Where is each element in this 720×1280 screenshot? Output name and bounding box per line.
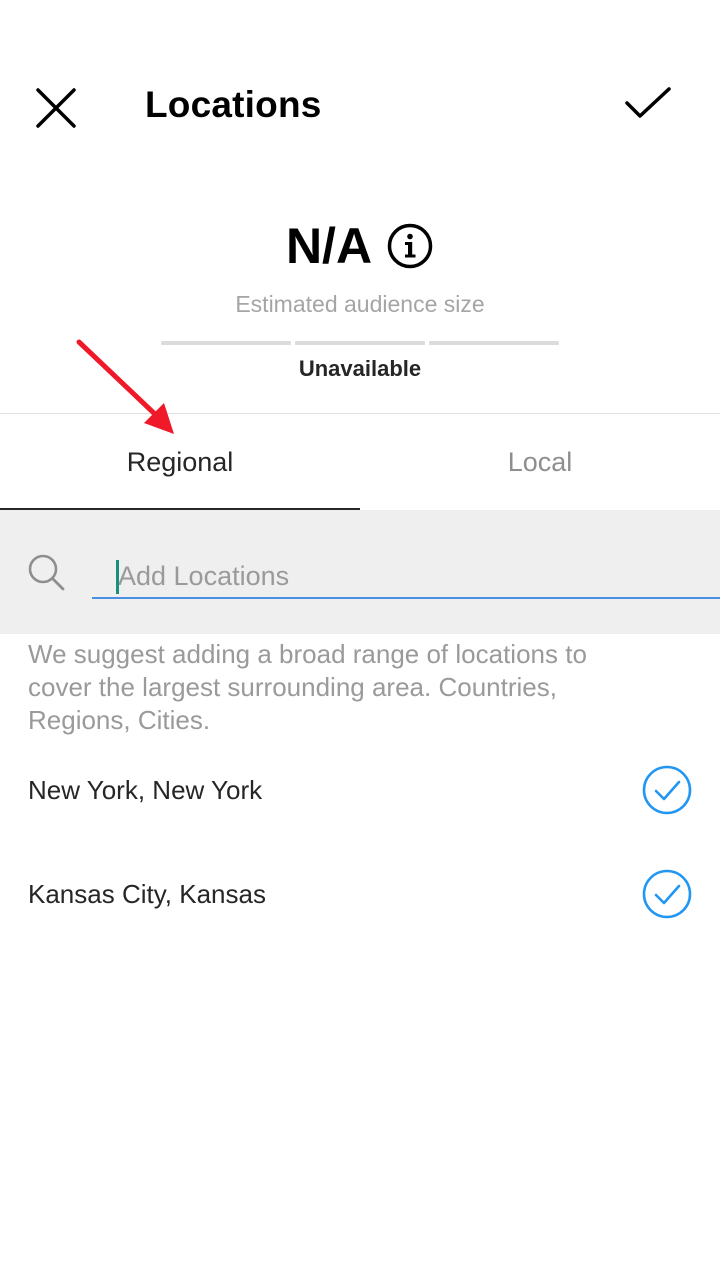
search-bar [0, 510, 720, 634]
page-title: Locations [145, 84, 322, 125]
close-icon [36, 88, 76, 128]
location-name: Kansas City, Kansas [28, 878, 266, 909]
info-icon [387, 223, 433, 269]
checkmark-circle-icon[interactable] [641, 868, 693, 920]
confirm-button[interactable] [618, 74, 678, 134]
audience-meter [161, 341, 559, 345]
list-item[interactable]: Kansas City, Kansas [0, 842, 720, 946]
checkmark-icon [625, 87, 671, 118]
text-caret [116, 560, 119, 594]
audience-summary: N/A Estimated audience size [0, 215, 720, 318]
audience-caption: Estimated audience size [235, 291, 485, 317]
audience-value: N/A [285, 218, 373, 274]
checkmark-circle-icon[interactable] [641, 764, 693, 816]
info-button[interactable] [386, 222, 434, 270]
search-input[interactable] [92, 556, 720, 597]
annotation-arrow-icon [76, 339, 174, 434]
top-bar: Locations [0, 0, 720, 210]
close-button[interactable] [28, 80, 84, 136]
tab-local[interactable]: Local [360, 414, 720, 510]
hint-text: We suggest adding a broad range of locat… [28, 639, 587, 735]
search-field [92, 556, 720, 599]
location-list: New York, New York Kansas City, Kansas [0, 738, 720, 946]
list-item[interactable]: New York, New York [0, 738, 720, 842]
meter-segment [295, 341, 425, 345]
meter-segment [429, 341, 559, 345]
location-name: New York, New York [28, 774, 263, 805]
search-icon [28, 554, 65, 591]
